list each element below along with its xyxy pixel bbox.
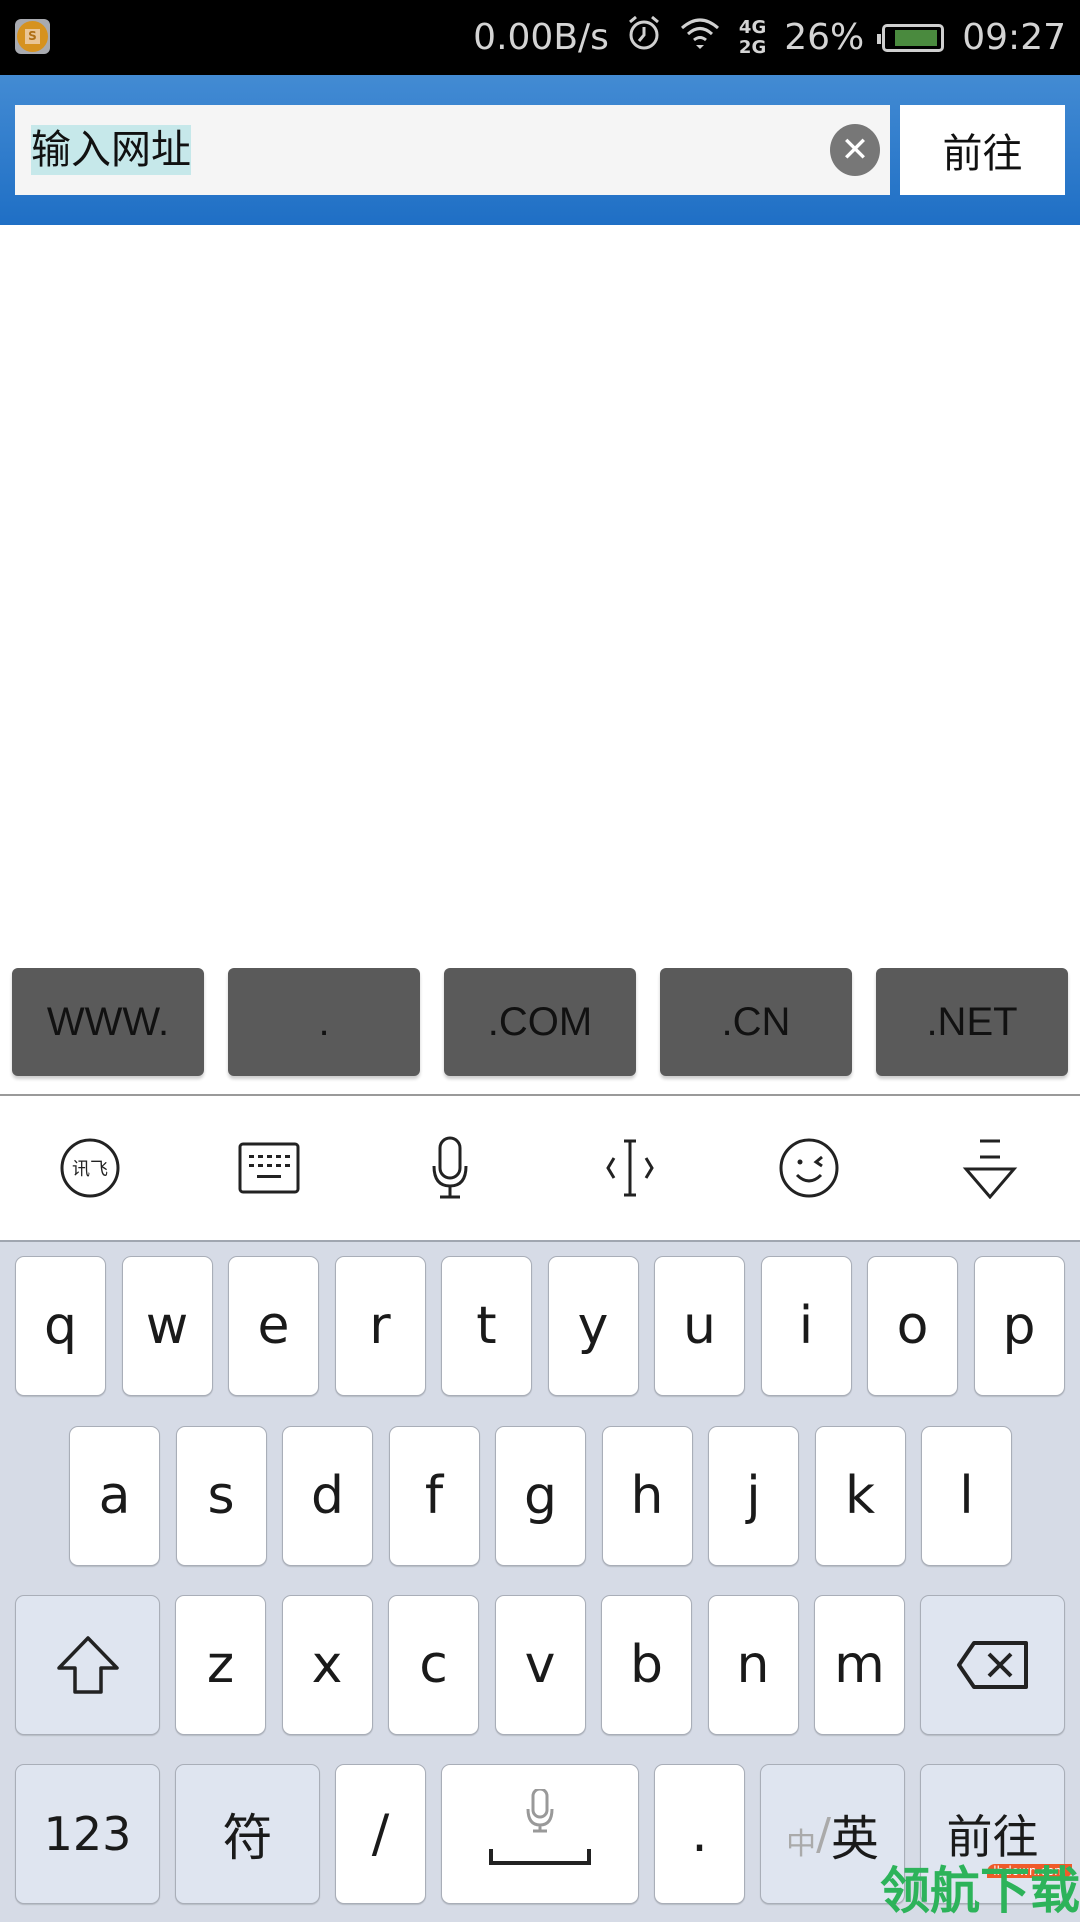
go-button[interactable]: 前往 bbox=[900, 105, 1065, 195]
shift-icon bbox=[56, 1636, 119, 1694]
key-z[interactable]: z bbox=[175, 1595, 266, 1735]
key-m[interactable]: m bbox=[814, 1595, 905, 1735]
key-s[interactable]: s bbox=[175, 1426, 267, 1566]
lang-separator: / bbox=[816, 1808, 831, 1860]
lang-active: 英 bbox=[830, 1811, 879, 1867]
microphone-icon[interactable] bbox=[415, 1133, 485, 1203]
key-k[interactable]: k bbox=[814, 1426, 906, 1566]
key-e[interactable]: e bbox=[228, 1256, 319, 1396]
hide-keyboard-icon[interactable] bbox=[955, 1133, 1025, 1203]
url-bar: 输入网址 ✕ 前往 bbox=[0, 75, 1080, 225]
key-x[interactable]: x bbox=[281, 1595, 373, 1735]
xunfei-logo-icon[interactable]: 讯飞 bbox=[55, 1133, 125, 1203]
battery-percent: 26% bbox=[784, 17, 865, 58]
key-t[interactable]: t bbox=[441, 1256, 532, 1396]
space-mic-icon bbox=[489, 1789, 591, 1865]
key-i[interactable]: i bbox=[760, 1256, 852, 1396]
key-a[interactable]: a bbox=[69, 1426, 160, 1566]
url-input-text[interactable]: 输入网址 bbox=[31, 125, 191, 175]
key-p[interactable]: p bbox=[973, 1256, 1065, 1396]
alarm-icon bbox=[627, 15, 661, 60]
app-notification-icon: S bbox=[15, 19, 50, 54]
key-n[interactable]: n bbox=[707, 1595, 799, 1735]
key-y[interactable]: y bbox=[547, 1256, 639, 1396]
wifi-icon bbox=[679, 16, 721, 59]
symbols-key[interactable]: 符 bbox=[175, 1764, 320, 1904]
clock: 09:27 bbox=[962, 17, 1066, 58]
shortcut-dot[interactable]: . bbox=[228, 968, 420, 1076]
space-key[interactable] bbox=[441, 1764, 639, 1904]
slash-key[interactable]: / bbox=[335, 1764, 426, 1904]
key-w[interactable]: w bbox=[121, 1256, 213, 1396]
shortcut-www[interactable]: WWW. bbox=[12, 968, 204, 1076]
battery-icon bbox=[877, 23, 945, 52]
key-d[interactable]: d bbox=[282, 1426, 373, 1566]
key-u[interactable]: u bbox=[654, 1256, 745, 1396]
key-o[interactable]: o bbox=[867, 1256, 958, 1396]
key-q[interactable]: q bbox=[15, 1256, 106, 1396]
period-key[interactable]: . bbox=[654, 1764, 745, 1904]
backspace-icon bbox=[956, 1641, 1028, 1689]
key-b[interactable]: b bbox=[601, 1595, 692, 1735]
watermark: 领航下载 bbox=[880, 1862, 1080, 1920]
key-v[interactable]: v bbox=[494, 1595, 586, 1735]
shift-key[interactable] bbox=[15, 1595, 160, 1735]
emoji-icon[interactable] bbox=[774, 1133, 844, 1203]
shortcut-cn[interactable]: .CN bbox=[660, 968, 852, 1076]
ime-toolbar: 讯飞 bbox=[0, 1096, 1080, 1240]
backspace-key[interactable] bbox=[920, 1595, 1065, 1735]
key-f[interactable]: f bbox=[388, 1426, 480, 1566]
key-r[interactable]: r bbox=[334, 1256, 426, 1396]
network-type-bottom: 2G bbox=[738, 36, 767, 58]
keyboard-icon[interactable] bbox=[234, 1133, 304, 1203]
lang-inactive: 中 bbox=[786, 1827, 817, 1862]
key-l[interactable]: l bbox=[921, 1426, 1012, 1566]
key-g[interactable]: g bbox=[495, 1426, 586, 1566]
numbers-key[interactable]: 123 bbox=[15, 1764, 160, 1904]
cellular-signal: 4G 2G bbox=[738, 16, 767, 58]
shortcut-net[interactable]: .NET bbox=[876, 968, 1068, 1076]
clear-circle-icon[interactable]: ✕ bbox=[830, 124, 880, 176]
cursor-move-icon[interactable] bbox=[595, 1133, 665, 1203]
svg-text:讯飞: 讯飞 bbox=[72, 1159, 108, 1180]
net-speed: 0.00B/s bbox=[473, 17, 609, 58]
status-bar: S 0.00B/s 4G 2G 26% 09:27 bbox=[0, 0, 1080, 75]
url-input[interactable]: 输入网址 ✕ bbox=[15, 105, 890, 195]
key-j[interactable]: j bbox=[708, 1426, 799, 1566]
key-h[interactable]: h bbox=[601, 1426, 693, 1566]
shortcut-com[interactable]: .COM bbox=[444, 968, 636, 1076]
url-shortcuts: WWW. . .COM .CN .NET bbox=[0, 960, 1080, 1095]
network-type-top: 4G bbox=[738, 16, 767, 38]
key-c[interactable]: c bbox=[388, 1595, 479, 1735]
